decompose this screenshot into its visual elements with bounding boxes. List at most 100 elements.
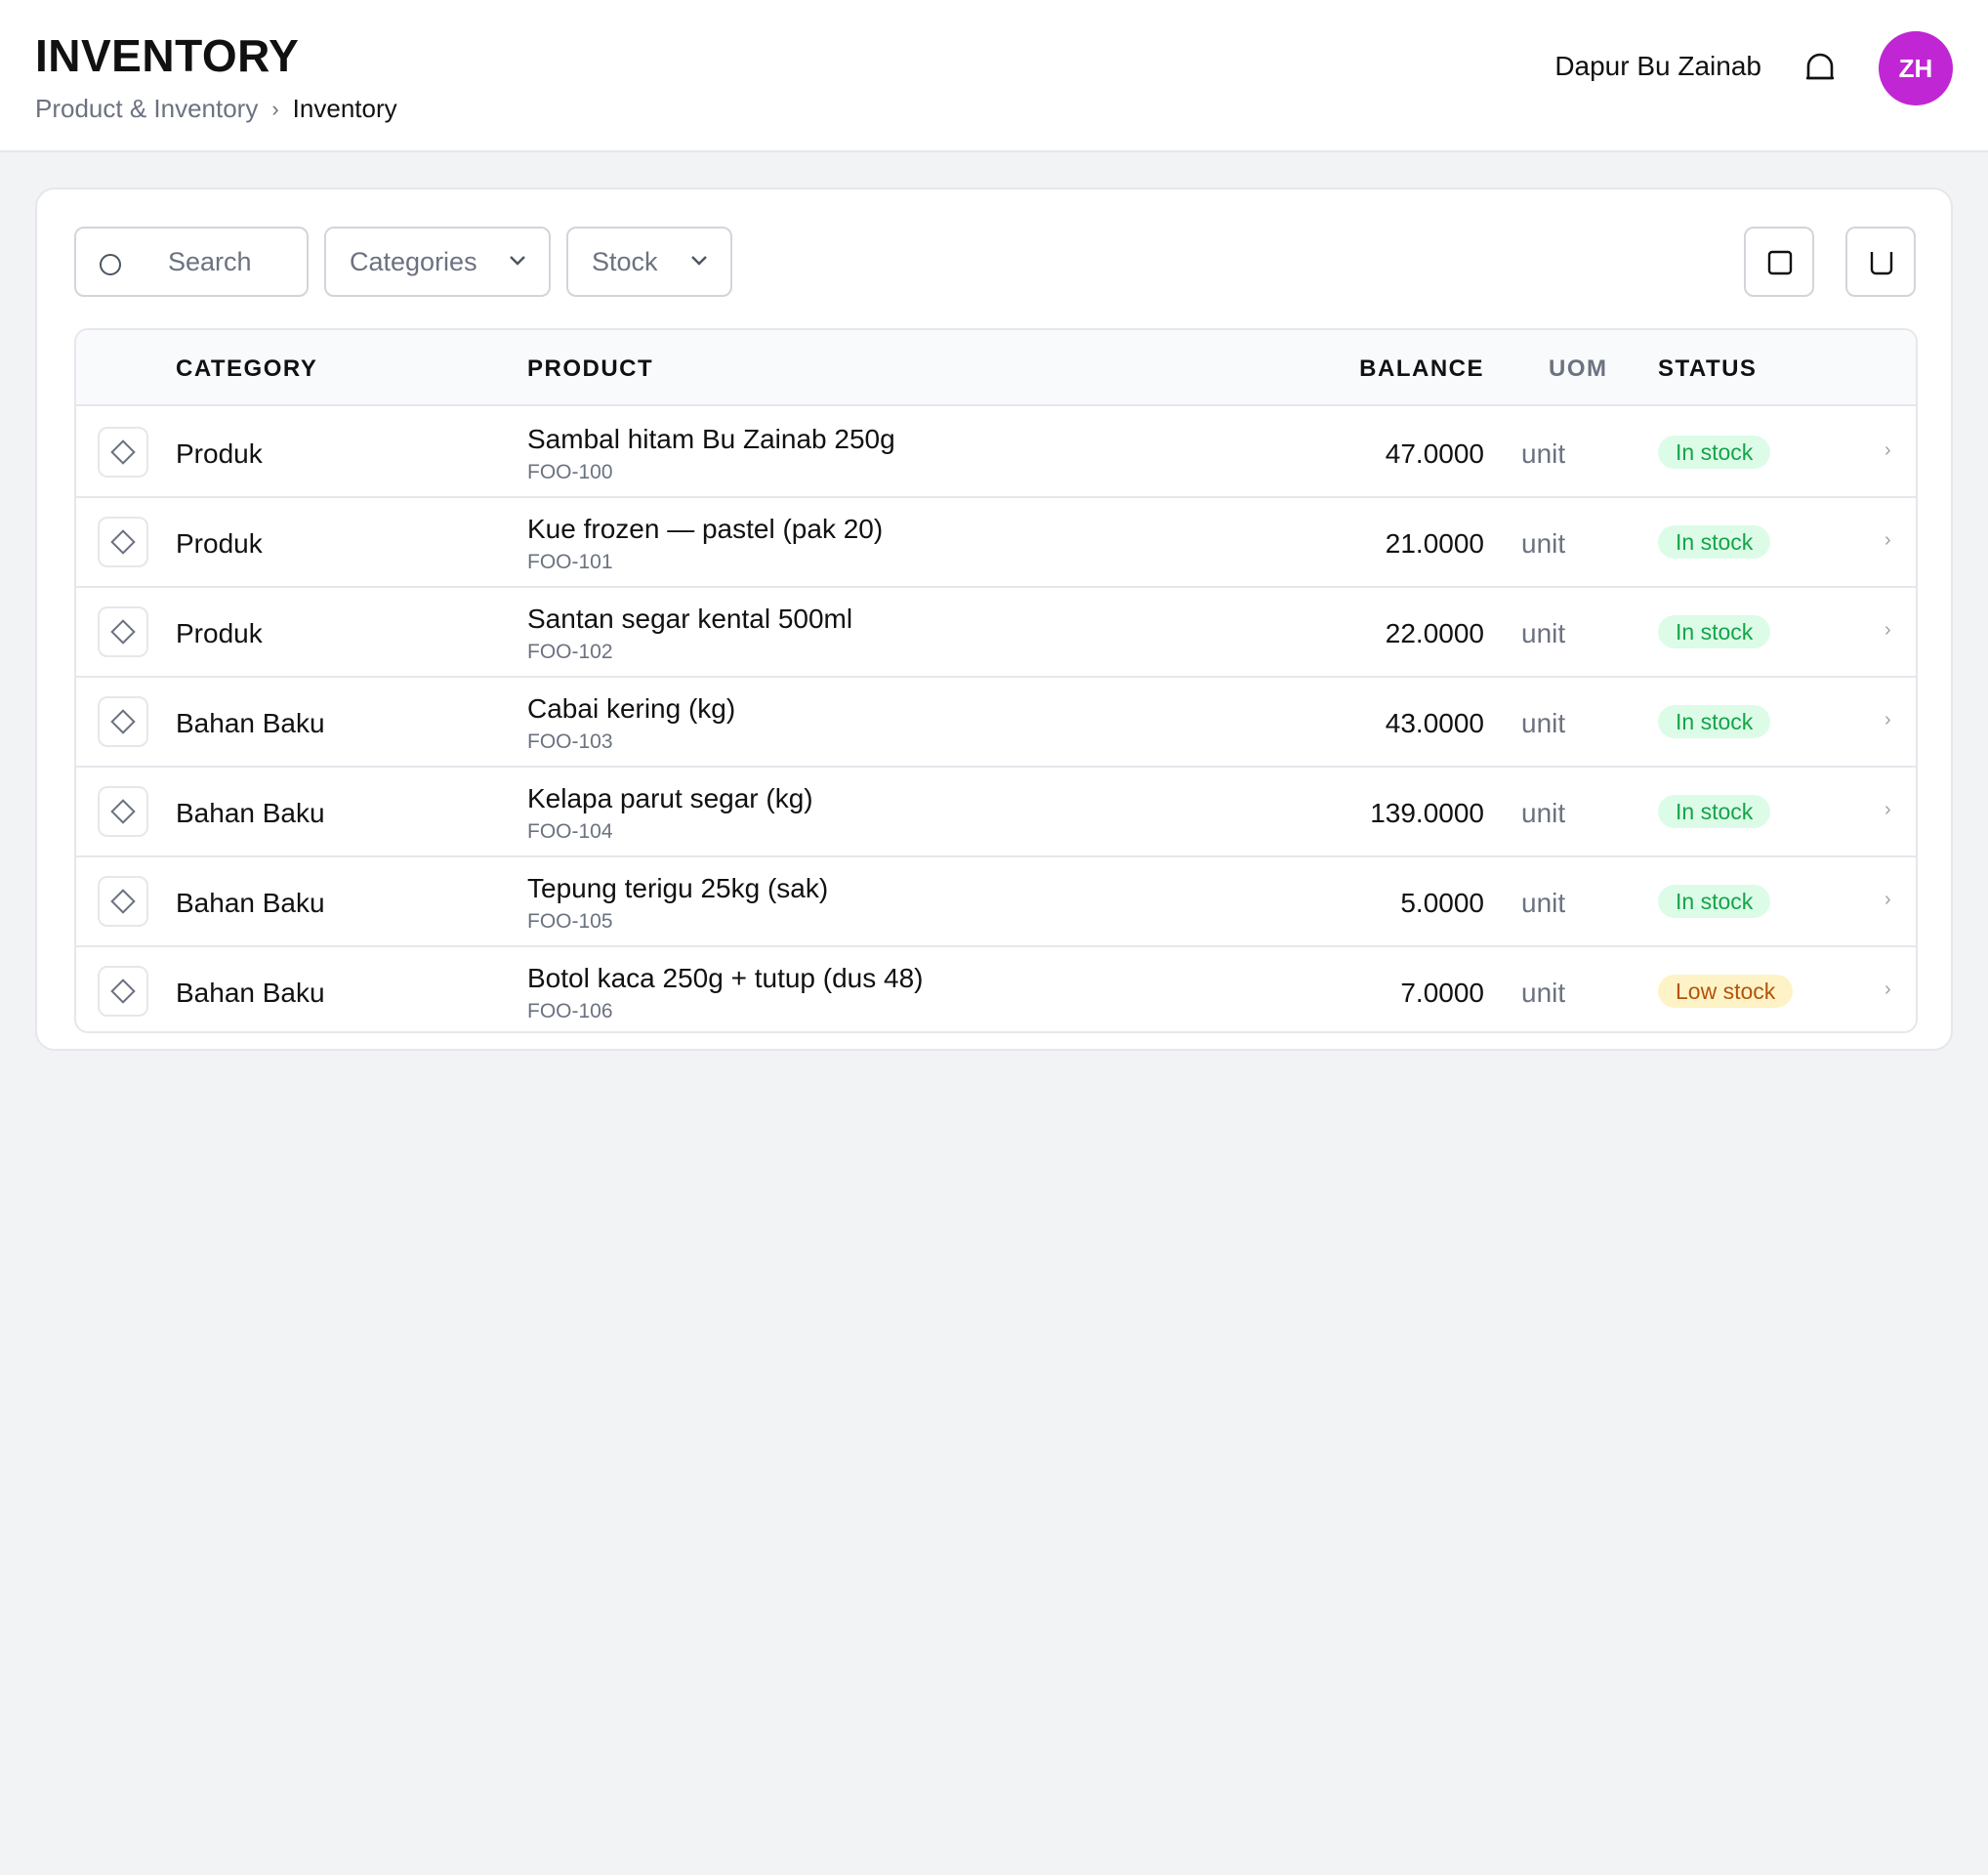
row-product-name: Cabai kering (kg) [527, 693, 736, 724]
chevron-right-icon[interactable]: › [1884, 619, 1891, 642]
row-uom: unit [1521, 798, 1566, 828]
row-category: Produk [176, 528, 263, 559]
product-thumbnail [98, 517, 148, 567]
row-uom: unit [1521, 978, 1566, 1008]
column-header-balance[interactable]: BALANCE [1359, 355, 1484, 383]
status-badge: Low stock [1658, 975, 1794, 1008]
column-header-category[interactable]: CATEGORY [176, 355, 317, 383]
row-uom: unit [1521, 528, 1566, 559]
product-thumbnail [98, 696, 148, 747]
row-sku: FOO-105 [527, 910, 613, 933]
breadcrumb-separator: › [271, 96, 279, 121]
export-button[interactable] [1845, 227, 1916, 297]
view-toggle-button[interactable] [1744, 227, 1814, 297]
chevron-right-icon[interactable]: › [1884, 889, 1891, 911]
row-balance: 7.0000 [1400, 978, 1484, 1008]
search-input[interactable]: Search [74, 227, 309, 297]
diamond-icon [110, 709, 136, 734]
product-thumbnail [98, 966, 148, 1017]
row-sku: FOO-106 [527, 1000, 613, 1022]
table-row[interactable]: Bahan Baku Cabai kering (kg) FOO-103 43.… [76, 678, 1916, 768]
table-row[interactable]: Produk Santan segar kental 500ml FOO-102… [76, 588, 1916, 678]
row-balance: 5.0000 [1400, 888, 1484, 918]
breadcrumb-current: Inventory [292, 94, 397, 123]
row-sku: FOO-100 [527, 461, 613, 483]
product-thumbnail [98, 876, 148, 927]
chevron-right-icon[interactable]: › [1884, 529, 1891, 552]
chevron-right-icon[interactable]: › [1884, 439, 1891, 462]
bell-icon[interactable] [1804, 51, 1836, 84]
row-sku: FOO-102 [527, 641, 613, 663]
table-row[interactable]: Produk Sambal hitam Bu Zainab 250g FOO-1… [76, 408, 1916, 498]
chevron-down-icon [691, 256, 707, 266]
table-row[interactable]: Bahan Baku Botol kaca 250g + tutup (dus … [76, 947, 1916, 1031]
row-category: Bahan Baku [176, 798, 325, 828]
status-badge: In stock [1658, 615, 1771, 648]
row-balance: 22.0000 [1385, 618, 1484, 648]
status-badge: In stock [1658, 885, 1771, 918]
row-balance: 43.0000 [1385, 708, 1484, 738]
row-category: Produk [176, 618, 263, 648]
diamond-icon [110, 619, 136, 645]
chevron-right-icon[interactable]: › [1884, 979, 1891, 1001]
product-thumbnail [98, 427, 148, 478]
search-icon [100, 254, 121, 275]
stock-dropdown[interactable]: Stock [566, 227, 732, 297]
categories-label: Categories [350, 246, 477, 276]
row-uom: unit [1521, 438, 1566, 469]
row-balance: 47.0000 [1385, 438, 1484, 469]
column-header-product[interactable]: PRODUCT [527, 355, 653, 383]
status-badge: In stock [1658, 705, 1771, 738]
column-header-uom[interactable]: UOM [1549, 355, 1608, 383]
row-category: Bahan Baku [176, 978, 325, 1008]
row-uom: unit [1521, 618, 1566, 648]
page-title: INVENTORY [35, 30, 300, 81]
chevron-right-icon[interactable]: › [1884, 709, 1891, 731]
status-badge: In stock [1658, 436, 1771, 469]
row-balance: 21.0000 [1385, 528, 1484, 559]
diamond-icon [110, 799, 136, 824]
table-header: CATEGORY PRODUCT BALANCE UOM STATUS [76, 330, 1916, 406]
row-category: Bahan Baku [176, 708, 325, 738]
row-category: Bahan Baku [176, 888, 325, 918]
row-product-name: Kue frozen — pastel (pak 20) [527, 514, 884, 544]
diamond-icon [110, 529, 136, 555]
inventory-card: Search Categories Stock CATEGORY PRODUCT… [35, 188, 1953, 1051]
breadcrumb: Product & Inventory › Inventory [35, 94, 397, 124]
inventory-table: CATEGORY PRODUCT BALANCE UOM STATUS Prod… [74, 328, 1918, 1033]
row-sku: FOO-101 [527, 551, 613, 573]
breadcrumb-link-product-inventory[interactable]: Product & Inventory [35, 94, 258, 124]
square-icon [1767, 250, 1793, 275]
row-uom: unit [1521, 708, 1566, 738]
search-placeholder: Search [168, 246, 252, 276]
row-sku: FOO-103 [527, 730, 613, 753]
diamond-icon [110, 889, 136, 914]
chevron-right-icon[interactable]: › [1884, 799, 1891, 821]
avatar[interactable]: ZH [1879, 31, 1953, 105]
table-row[interactable]: Produk Kue frozen — pastel (pak 20) FOO-… [76, 498, 1916, 588]
stock-label: Stock [592, 246, 658, 276]
status-badge: In stock [1658, 795, 1771, 828]
store-name[interactable]: Dapur Bu Zainab [1554, 51, 1761, 82]
top-bar: INVENTORY Product & Inventory › Inventor… [0, 0, 1988, 152]
chevron-down-icon [510, 256, 525, 266]
row-product-name: Kelapa parut segar (kg) [527, 783, 813, 813]
row-product-name: Botol kaca 250g + tutup (dus 48) [527, 963, 924, 993]
row-sku: FOO-104 [527, 820, 613, 843]
row-product-name: Tepung terigu 25kg (sak) [527, 873, 829, 903]
diamond-icon [110, 439, 136, 465]
status-badge: In stock [1658, 525, 1771, 559]
product-thumbnail [98, 786, 148, 837]
row-product-name: Sambal hitam Bu Zainab 250g [527, 424, 895, 454]
row-uom: unit [1521, 888, 1566, 918]
column-header-status[interactable]: STATUS [1658, 355, 1757, 383]
categories-dropdown[interactable]: Categories [324, 227, 551, 297]
row-balance: 139.0000 [1370, 798, 1484, 828]
row-category: Produk [176, 438, 263, 469]
diamond-icon [110, 979, 136, 1004]
row-product-name: Santan segar kental 500ml [527, 604, 853, 634]
table-row[interactable]: Bahan Baku Tepung terigu 25kg (sak) FOO-… [76, 857, 1916, 947]
product-thumbnail [98, 606, 148, 657]
table-row[interactable]: Bahan Baku Kelapa parut segar (kg) FOO-1… [76, 768, 1916, 857]
tray-icon [1870, 252, 1893, 275]
